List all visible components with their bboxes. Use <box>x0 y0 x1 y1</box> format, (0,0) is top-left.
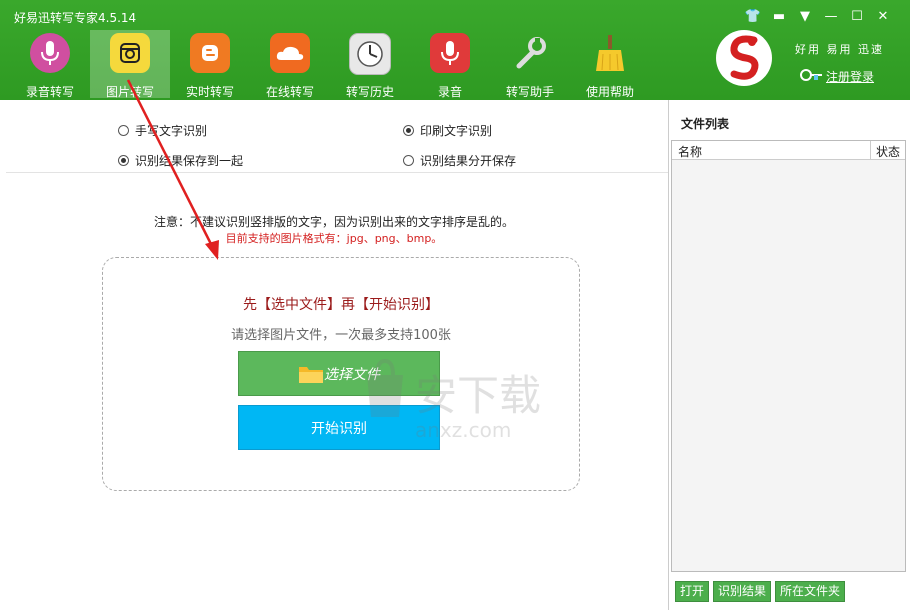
close-button[interactable]: ✕ <box>870 7 896 27</box>
tool-label: 录音 <box>437 85 462 99</box>
tool-label: 图片转写 <box>105 85 154 99</box>
tool-label: 转写助手 <box>505 85 554 99</box>
open-folder-button[interactable]: 所在文件夹 <box>775 581 846 602</box>
tool-image-transcribe[interactable]: 图片转写 <box>90 30 170 99</box>
skin-icon[interactable]: 👕 <box>740 7 766 27</box>
window-controls: 👕 ▬ ▼ — ☐ ✕ <box>740 7 896 27</box>
radio-print[interactable]: 印刷文字识别 <box>403 122 492 139</box>
file-list-actions: 打开 识别结果 所在文件夹 <box>675 581 846 602</box>
tool-history[interactable]: 转写历史 <box>330 30 410 99</box>
radio-label: 识别结果保存到一起 <box>135 154 244 168</box>
radio-dot-selected <box>118 155 129 166</box>
maximize-button[interactable]: ☐ <box>844 7 870 27</box>
main-toolbar: 录音转写 图片转写 实时转写 在线转写 转写历史 录音 转写助手 使用帮助 <box>10 30 650 99</box>
title-bar: 好易迅转写专家4.5.14 👕 ▬ ▼ — ☐ ✕ 录音转写 图片转写 实时转写… <box>0 0 910 100</box>
cloud-icon <box>270 33 310 73</box>
tool-label: 转写历史 <box>345 85 394 99</box>
radio-dot-selected <box>403 125 414 136</box>
tool-label: 录音转写 <box>25 85 74 99</box>
brand-slogan: 好用 易用 迅速 <box>795 43 884 56</box>
app-title: 好易迅转写专家4.5.14 <box>14 11 137 25</box>
watermark-text: 安下载 <box>415 371 541 420</box>
drop-zone-subtitle: 请选择图片文件，一次最多支持100张 <box>231 328 451 343</box>
app-window: 好易迅转写专家4.5.14 👕 ▬ ▼ — ☐ ✕ 录音转写 图片转写 实时转写… <box>0 0 910 610</box>
broom-icon <box>590 33 630 73</box>
column-status[interactable]: 状态 <box>876 143 900 160</box>
minimize-button[interactable]: — <box>818 7 844 27</box>
microphone-pink-icon <box>30 33 70 73</box>
folder-icon <box>299 366 323 383</box>
clock-icon <box>349 33 391 75</box>
radio-label: 识别结果分开保存 <box>420 154 517 168</box>
tool-record[interactable]: 录音 <box>410 30 490 99</box>
tool-help[interactable]: 使用帮助 <box>570 30 650 99</box>
tool-audio-transcribe[interactable]: 录音转写 <box>10 30 90 99</box>
brand-logo <box>716 30 772 86</box>
radio-save-together[interactable]: 识别结果保存到一起 <box>118 152 243 169</box>
file-list-table[interactable]: 名称 状态 <box>671 140 906 572</box>
notice-line-2: 目前支持的图片格式有：jpg、png、bmp。 <box>225 232 443 245</box>
notice-line-1: 注意：不建议识别竖排版的文字，因为识别出来的文字排序是乱的。 <box>153 215 514 229</box>
options-panel: 手写文字识别 印刷文字识别 识别结果保存到一起 识别结果分开保存 <box>6 110 668 173</box>
radio-label: 手写文字识别 <box>135 124 208 138</box>
radio-save-separately[interactable]: 识别结果分开保存 <box>403 152 516 169</box>
blogger-icon <box>190 33 230 73</box>
radio-handwriting[interactable]: 手写文字识别 <box>118 122 207 139</box>
tool-label: 使用帮助 <box>585 85 634 99</box>
feedback-icon[interactable]: ▬ <box>766 7 792 27</box>
tool-assistant[interactable]: 转写助手 <box>490 30 570 99</box>
open-button[interactable]: 打开 <box>675 581 710 602</box>
main-panel: 手写文字识别 印刷文字识别 识别结果保存到一起 识别结果分开保存 注意：不建议识… <box>0 100 669 610</box>
wrench-icon <box>510 33 550 73</box>
tool-label: 实时转写 <box>185 85 234 99</box>
file-list-panel: 文件列表 名称 状态 打开 识别结果 所在文件夹 <box>669 100 910 610</box>
radio-dot <box>118 125 129 136</box>
tool-realtime-transcribe[interactable]: 实时转写 <box>170 30 250 99</box>
file-list-header: 名称 状态 <box>672 141 905 160</box>
microphone-red-icon <box>430 33 470 73</box>
menu-dropdown-icon[interactable]: ▼ <box>792 7 818 27</box>
key-icon <box>800 69 822 81</box>
camera-icon <box>110 33 150 73</box>
watermark: 安下载 anxz.com <box>355 355 565 448</box>
tool-online-transcribe[interactable]: 在线转写 <box>250 30 330 99</box>
drop-zone-title: 先【选中文件】再【开始识别】 <box>243 297 439 313</box>
radio-label: 印刷文字识别 <box>420 124 493 138</box>
column-name[interactable]: 名称 <box>678 143 702 160</box>
radio-dot <box>403 155 414 166</box>
watermark-subtext: anxz.com <box>415 418 511 442</box>
register-login-link[interactable]: 注册登录 <box>826 68 874 85</box>
file-list-title: 文件列表 <box>681 117 730 131</box>
result-button[interactable]: 识别结果 <box>713 581 772 602</box>
tool-label: 在线转写 <box>265 85 314 99</box>
